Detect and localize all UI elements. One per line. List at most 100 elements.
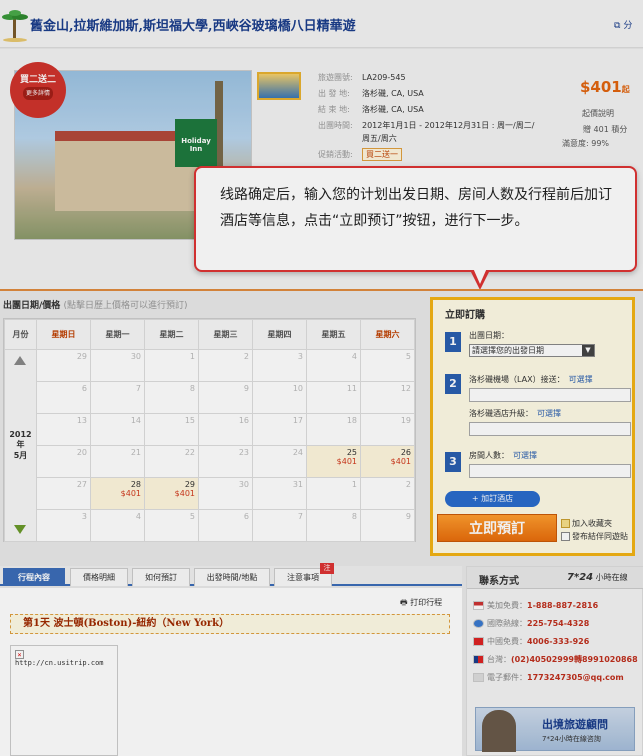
calendar-day-number: 12 — [400, 384, 411, 393]
contact-panel: 聯系方式 7*24 小時在線 美加免費：1-888-887-2816 國際熱線：… — [466, 566, 643, 756]
calendar-day-cell: 30 — [90, 349, 145, 382]
calendar-day-cell: 19 — [360, 413, 415, 446]
airport-transfer-link[interactable]: 可選擇 — [569, 375, 593, 384]
post-companion-link[interactable]: 發布結伴同遊貼 — [561, 531, 628, 542]
contact-row-taiwan: 台灣：(02)40502999轉8991020868 — [473, 654, 638, 665]
calendar-day-cell[interactable]: 28 $401 — [90, 477, 145, 510]
calendar-day-price[interactable]: $401 — [310, 457, 357, 466]
calendar-day-cell: 24 — [252, 445, 307, 478]
tab-price-details[interactable]: 價格明細 — [70, 568, 128, 586]
info-tour-code: 旅遊團號: LA209-545 — [318, 73, 406, 82]
promo-badge-sub: 更多詳情 — [22, 87, 53, 100]
calendar-day-cell: 15 — [144, 413, 199, 446]
calendar-week-row: 27 28 $401 29 $401 30 31 1 2 — [5, 477, 415, 510]
hotel-sign: Holiday Inn — [175, 119, 217, 167]
calendar-month: 5月 — [13, 451, 28, 460]
china-flag-icon — [473, 637, 484, 646]
calendar-day-number: 2 — [405, 480, 411, 489]
departure-date-select[interactable]: 請選擇您的出發日期 ▼ — [469, 344, 595, 357]
advisor-subtitle: 7*24小時在線咨詢 — [542, 735, 601, 743]
step-2-badge: 2 — [445, 374, 461, 394]
photo-thumbnail[interactable] — [257, 72, 301, 100]
calendar-day-cell: 16 — [198, 413, 253, 446]
calendar-day-cell[interactable]: 25 $401 — [306, 445, 361, 478]
room-guests-field[interactable] — [469, 464, 631, 478]
hotel-upgrade-field[interactable] — [469, 422, 631, 436]
calendar-day-cell[interactable]: 26 $401 — [360, 445, 415, 478]
promo-badge-main: 買二送二 — [19, 75, 56, 85]
calendar-day-cell: 8 — [144, 381, 199, 414]
advisor-avatar — [482, 710, 516, 752]
calendar-day-cell: 3 — [252, 349, 307, 382]
weekday-header: 星期日 — [36, 319, 91, 350]
calendar-day-number: 28 — [130, 480, 141, 489]
calendar-day-number: 3 — [297, 352, 303, 361]
calendar-day-price[interactable]: $401 — [364, 457, 411, 466]
booking-title: 立即訂購 — [445, 310, 485, 321]
calendar-day-number: 6 — [243, 512, 249, 521]
book-now-button[interactable]: 立即預訂 — [437, 514, 557, 542]
dropdown-arrow-icon: ▼ — [582, 345, 594, 356]
prev-month-arrow-icon[interactable] — [14, 356, 26, 365]
share-icon: ⧉ — [614, 21, 621, 31]
calendar-day-cell: 4 — [90, 509, 145, 542]
booking-panel: 立即訂購 1 出團日期： 請選擇您的出發日期 ▼ 2 洛杉磯機場（LAX）接送：… — [430, 297, 635, 556]
calendar-day-cell: 14 — [90, 413, 145, 446]
weekday-header: 星期三 — [198, 319, 253, 350]
add-hotel-button[interactable]: + 加訂酒店 — [445, 491, 540, 507]
contact-row-email[interactable]: 電子郵件：1773247305@qq.com — [473, 672, 624, 683]
promo-badge[interactable]: 買二送二 更多詳情 — [10, 62, 66, 118]
price-note-link[interactable]: 起價說明 — [582, 108, 614, 119]
hotel-upgrade-label: 洛杉磯酒店升級： 可選擇 — [469, 409, 561, 418]
airport-transfer-field[interactable] — [469, 388, 631, 402]
add-favorite-link[interactable]: 加入收藏夾 — [561, 518, 612, 529]
departure-calendar: 月份 星期日 星期一 星期二 星期三 星期四 星期五 星期六 2012年 5月 29… — [3, 318, 416, 542]
broken-image-icon: × — [15, 650, 24, 659]
calendar-divider — [0, 289, 643, 291]
promo-tag[interactable]: 買二送一 — [362, 148, 402, 161]
info-departure: 出 發 地: 洛杉磯, CA, USA — [318, 89, 424, 98]
calendar-day-cell: 20 — [36, 445, 91, 478]
room-guests-link[interactable]: 可選擇 — [513, 451, 537, 460]
calendar-day-number: 24 — [292, 448, 303, 457]
calendar-day-number: 7 — [297, 512, 303, 521]
page-header: 舊金山,拉斯維加斯,斯坦福大學,西峽谷玻璃橋八日精華遊 ⧉ 分 — [0, 0, 643, 48]
next-month-arrow-icon[interactable] — [14, 525, 26, 534]
calendar-week-row: 6 7 8 9 10 11 12 — [5, 381, 415, 414]
calendar-day-price[interactable]: $401 — [148, 489, 195, 498]
calendar-day-cell: 10 — [252, 381, 307, 414]
step-1-badge: 1 — [445, 332, 461, 352]
tab-how-to-book[interactable]: 如何預訂 — [132, 568, 190, 586]
calendar-day-cell: 4 — [306, 349, 361, 382]
hotel-upgrade-link[interactable]: 可選擇 — [537, 409, 561, 418]
calendar-day-cell: 2 — [198, 349, 253, 382]
calendar-day-number: 5 — [405, 352, 411, 361]
info-dates: 出團時間: 2012年1月1日 - 2012年12月31日 : 周一/周二/ — [318, 121, 535, 130]
tab-departure-time[interactable]: 出發時間/地點 — [194, 568, 270, 586]
share-button[interactable]: ⧉ 分 — [614, 18, 632, 31]
calendar-day-number: 8 — [351, 512, 357, 521]
weekday-header: 星期一 — [90, 319, 145, 350]
calendar-day-cell: 17 — [252, 413, 307, 446]
tooltip-text: 线路确定后，输入您的计划出发日期、房间人数及行程前后加订酒店等信息，点击“立即预… — [220, 187, 612, 229]
broken-image: ×http://cn.usitrip.com — [10, 645, 118, 756]
calendar-day-cell: 5 — [360, 349, 415, 382]
calendar-day-cell: 1 — [144, 349, 199, 382]
info-end: 結 束 地: 洛杉磯, CA, USA — [318, 105, 424, 114]
travel-advisor-banner[interactable]: 出境旅遊顧問 7*24小時在線咨詢 — [475, 707, 635, 752]
calendar-day-number: 15 — [184, 416, 195, 425]
calendar-day-number: 1 — [351, 480, 357, 489]
print-itinerary-link[interactable]: 🖶 打印行程 — [400, 597, 442, 611]
calendar-month-label: 2012年 5月 — [4, 349, 37, 542]
calendar-day-number: 6 — [81, 384, 87, 393]
calendar-day-cell[interactable]: 29 $401 — [144, 477, 199, 510]
tab-itinerary[interactable]: 行程內容 — [3, 568, 65, 586]
month-column-header: 月份 — [4, 319, 37, 350]
calendar-day-cell: 22 — [144, 445, 199, 478]
folder-icon — [561, 519, 570, 528]
calendar-day-price[interactable]: $401 — [94, 489, 141, 498]
calendar-day-number: 31 — [292, 480, 303, 489]
step-2-label: 洛杉磯機場（LAX）接送： 可選擇 — [469, 375, 593, 384]
calendar-day-number: 7 — [135, 384, 141, 393]
taiwan-flag-icon — [473, 655, 484, 664]
